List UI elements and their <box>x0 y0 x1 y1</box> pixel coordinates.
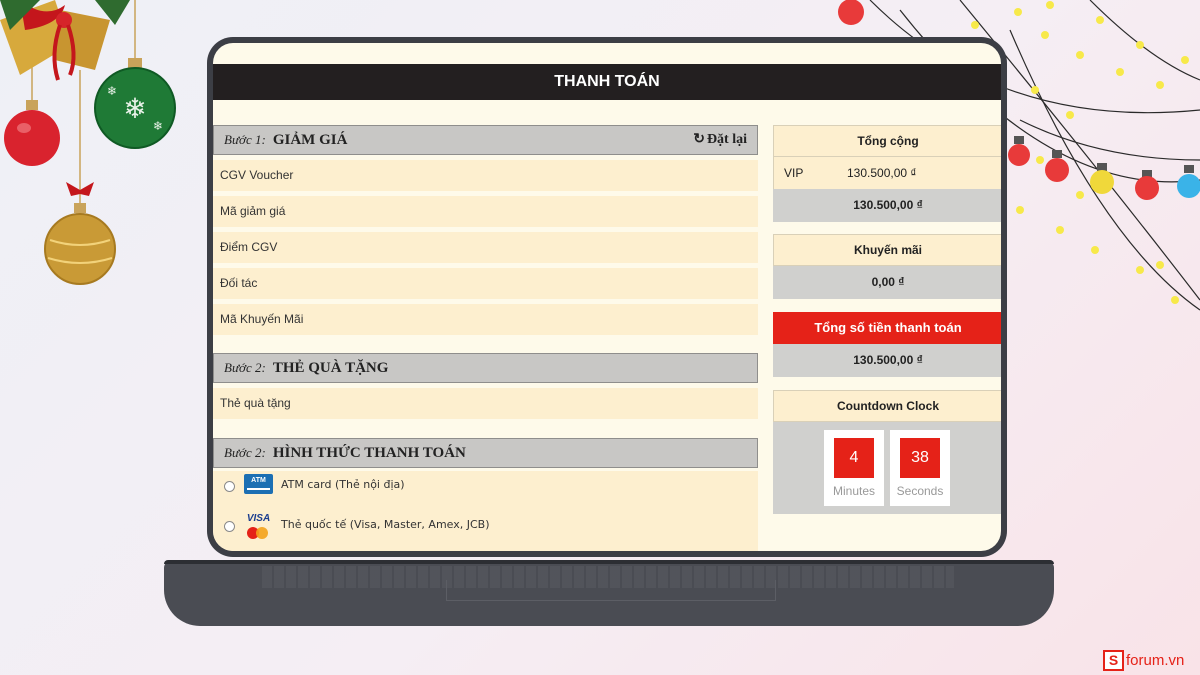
order-summary: Tổng cộng VIP 130.500,00 ₫ 130.500,00 ₫ … <box>773 125 1001 514</box>
atm-radio[interactable] <box>224 481 235 492</box>
step-label: Bước 2: <box>224 445 266 460</box>
sforum-logo-text: forum.vn <box>1126 652 1185 669</box>
bell-icon <box>0 0 130 81</box>
refresh-icon: ↻ <box>693 132 705 147</box>
section-discount-header: Bước 1: GIẢM GIÁ ↻ Đặt lại <box>213 125 758 155</box>
section-title: THẺ QUÀ TẶNG <box>272 360 389 376</box>
payment-total-heading: Tổng số tiền thanh toán <box>773 312 1001 344</box>
section-gift-card-header: Bước 2: THẺ QUÀ TẶNG <box>213 353 758 383</box>
section-title: GIẢM GIÁ <box>272 132 348 148</box>
international-card-radio[interactable] <box>224 521 235 532</box>
svg-text:❄: ❄ <box>123 92 146 125</box>
ticket-type: VIP <box>784 166 804 180</box>
payment-methods: ATM ATM card (Thẻ nội địa) VISA Thẻ quốc… <box>213 471 758 551</box>
gift-card-item[interactable]: Thẻ quà tặng <box>213 388 758 419</box>
countdown-heading: Countdown Clock <box>773 390 1001 422</box>
reset-label: Đặt lại <box>706 132 747 147</box>
sforum-logo-mark: S <box>1103 650 1124 671</box>
payment-steps: Bước 1: GIẢM GIÁ ↻ Đặt lại CGV Voucher Mã… <box>213 125 758 551</box>
page-title: THANH TOÁN <box>213 64 1001 100</box>
payment-option-label: Thẻ quốc tế (Visa, Master, Amex, JCB) <box>281 518 490 531</box>
ticket-line: VIP 130.500,00 ₫ <box>773 157 1001 189</box>
discount-item-partner[interactable]: Đối tác <box>213 268 758 299</box>
payment-screen: THANH TOÁN Bước 1: GIẢM GIÁ ↻ Đặt lại CGV… <box>213 43 1001 551</box>
laptop-hinge <box>164 560 1054 564</box>
countdown-minutes: 4 Minutes <box>824 430 884 506</box>
reset-button[interactable]: ↻ Đặt lại <box>693 126 747 154</box>
svg-text:❄: ❄ <box>153 119 163 133</box>
total-heading: Tổng cộng <box>773 125 1001 157</box>
countdown-seconds: 38 Seconds <box>890 430 950 506</box>
total-value: 130.500,00 ₫ <box>773 189 1001 222</box>
minutes-value: 4 <box>834 438 874 478</box>
section-title: HÌNH THỨC THANH TOÁN <box>272 445 466 461</box>
payment-total-value: 130.500,00 ₫ <box>773 344 1001 377</box>
sforum-logo: Sforum.vn <box>1103 650 1184 672</box>
laptop-base <box>164 560 1054 626</box>
visa-mastercard-icon: VISA <box>244 513 273 541</box>
red-ornament-icon <box>4 100 60 166</box>
promo-heading: Khuyến mãi <box>773 234 1001 266</box>
discount-item-promotion-code[interactable]: Mã Khuyến Mãi <box>213 304 758 335</box>
svg-text:❄: ❄ <box>107 84 117 98</box>
section-payment-method-header: Bước 2: HÌNH THỨC THANH TOÁN <box>213 438 758 468</box>
discount-item-cgv-points[interactable]: Điểm CGV <box>213 232 758 263</box>
green-ornament-icon: ❄ ❄ ❄ <box>94 58 176 149</box>
discount-item-promo-code[interactable]: Mã giảm giá <box>213 196 758 227</box>
promo-value: 0,00 ₫ <box>773 266 1001 299</box>
discount-item-cgv-voucher[interactable]: CGV Voucher <box>213 160 758 191</box>
payment-option-atm[interactable]: ATM ATM card (Thẻ nội địa) <box>213 473 753 503</box>
step-label: Bước 1: <box>224 132 266 147</box>
payment-option-label: ATM card (Thẻ nội địa) <box>281 478 405 491</box>
countdown-clock: 4 Minutes 38 Seconds <box>773 422 1001 514</box>
atm-card-icon: ATM <box>244 474 273 494</box>
minutes-label: Minutes <box>832 484 876 498</box>
payment-option-international[interactable]: VISA Thẻ quốc tế (Visa, Master, Amex, JC… <box>213 513 753 543</box>
seconds-label: Seconds <box>896 484 944 498</box>
ticket-price: 130.500,00 ₫ <box>847 166 917 180</box>
trackpad <box>446 580 776 601</box>
step-label: Bước 2: <box>224 360 266 375</box>
seconds-value: 38 <box>900 438 940 478</box>
